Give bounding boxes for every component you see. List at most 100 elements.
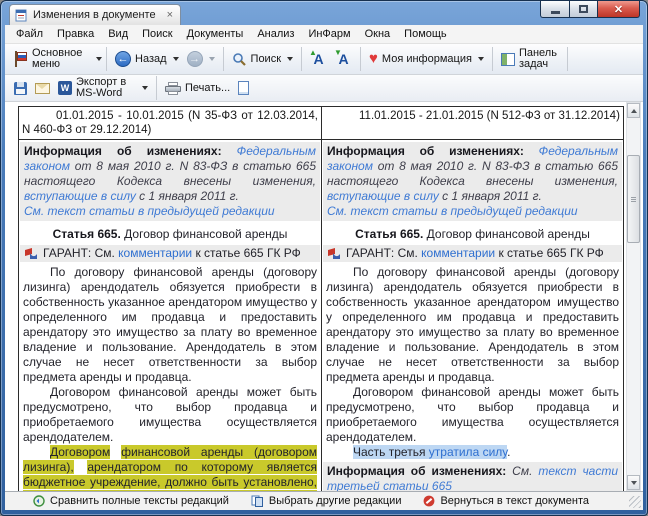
forward-icon: →	[187, 51, 203, 67]
tab-title: Изменения в документе	[33, 9, 156, 21]
garant-comment-text[interactable]: ГАРАНТ: См. комментарии к статье 665 ГК …	[43, 246, 301, 261]
vertical-scrollbar[interactable]	[626, 102, 641, 491]
article-paragraph-1: По договору финансовой аренды (договору …	[19, 265, 321, 385]
left-edition-column: 01.01.2015 - 10.01.2015 (N 35-ФЗ от 12.0…	[19, 107, 321, 491]
menu-analysis[interactable]: Анализ	[250, 26, 301, 42]
task-panel-label: Панель задач	[519, 48, 559, 70]
document-area: 01.01.2015 - 10.01.2015 (N 35-ФЗ от 12.0…	[5, 102, 643, 491]
menu-edit[interactable]: Правка	[50, 26, 101, 42]
menu-inpharm[interactable]: ИнФарм	[301, 26, 357, 42]
scroll-down-button[interactable]	[627, 475, 640, 490]
main-menu-label: Основное меню	[32, 48, 90, 70]
return-icon	[423, 495, 435, 507]
main-menu-button[interactable]: Основное меню	[9, 45, 94, 73]
toolbar-separator	[156, 76, 157, 100]
menu-documents[interactable]: Документы	[180, 26, 251, 42]
font-increase-button[interactable]: ▲A	[306, 45, 331, 73]
return-label: Вернуться в текст документа	[440, 495, 589, 507]
client-area: Файл Правка Вид Поиск Документы Анализ И…	[5, 25, 643, 510]
toolbar-separator	[223, 47, 224, 71]
back-label: Назад	[135, 53, 167, 65]
previous-edition-link[interactable]: См. текст статьи в предыдущей редакции	[327, 204, 618, 219]
article-title: Статья 665. Договор финансовой аренды	[324, 227, 621, 242]
minimize-button[interactable]	[540, 1, 569, 18]
menu-file[interactable]: Файл	[9, 26, 50, 42]
garant-comment-row[interactable]: ГАРАНТ: См. комментарии к статье 665 ГК …	[323, 245, 622, 262]
right-edition-column: 11.01.2015 - 21.01.2015 (N 512-ФЗ от 31.…	[321, 107, 623, 491]
left-change-info-block: Информация об изменениях: Федеральным за…	[20, 142, 320, 221]
font-increase-icon: ▲A	[310, 51, 327, 68]
garant-comment-row[interactable]: ГАРАНТ: См. комментарии к статье 665 ГК …	[20, 245, 320, 262]
russian-flag-icon	[13, 51, 28, 67]
search-label: Поиск	[251, 53, 281, 65]
back-dropdown-icon	[173, 57, 179, 61]
search-button[interactable]: Поиск	[228, 45, 297, 73]
return-to-document-command[interactable]: Вернуться в текст документа	[423, 495, 589, 507]
maximize-button[interactable]	[569, 1, 597, 18]
task-panel-button[interactable]: Панель задач	[497, 45, 563, 73]
save-icon	[14, 82, 27, 95]
print-button[interactable]: Печать...	[161, 74, 234, 102]
font-decrease-button[interactable]: ▼A	[331, 45, 356, 73]
garant-icon	[327, 248, 340, 259]
choose-editions-label: Выбрать другие редакции	[269, 495, 402, 507]
main-toolbar: Основное меню ← Назад → Поиск	[5, 43, 643, 75]
maximize-icon	[579, 5, 588, 13]
search-icon	[232, 52, 247, 67]
task-panel-icon	[501, 53, 515, 66]
change-info-text[interactable]: Информация об изменениях: Федеральным за…	[327, 144, 618, 204]
send-mail-button[interactable]	[31, 74, 54, 102]
article-paragraph-3-highlighted: Договором финансовой аренды (договором л…	[19, 445, 321, 491]
menu-search[interactable]: Поиск	[135, 26, 179, 42]
printer-icon	[165, 82, 181, 95]
my-information-button[interactable]: ♥ Моя информация	[365, 45, 488, 73]
previous-edition-link[interactable]: См. текст статьи в предыдущей редакции	[24, 204, 316, 219]
right-change-info-block: Информация об изменениях: Федеральным за…	[323, 142, 622, 221]
mail-icon	[35, 83, 50, 94]
document-tab-icon	[15, 9, 28, 22]
menu-windows[interactable]: Окна	[358, 26, 398, 42]
change-info-text[interactable]: Информация об изменениях: Федеральным за…	[24, 144, 316, 204]
compare-full-texts-command[interactable]: Сравнить полные тексты редакций	[33, 495, 229, 507]
document-view-button[interactable]	[234, 74, 253, 102]
save-button[interactable]	[10, 74, 31, 102]
menu-help[interactable]: Помощь	[397, 26, 454, 42]
garant-comment-text[interactable]: ГАРАНТ: См. комментарии к статье 665 ГК …	[346, 246, 604, 261]
toolbar-separator	[106, 47, 107, 71]
export-word-button[interactable]: W Экспорт в MS-Word	[54, 74, 152, 102]
my-information-dropdown-icon	[478, 57, 484, 61]
toolbar-separator	[301, 47, 302, 71]
back-button[interactable]: ← Назад	[111, 45, 183, 73]
article-paragraph-2: Договором финансовой аренды может быть п…	[322, 385, 623, 445]
article-paragraph-1: По договору финансовой аренды (договору …	[322, 265, 623, 385]
page-icon	[238, 81, 249, 95]
resize-grip-icon[interactable]	[629, 496, 641, 508]
back-icon: ←	[115, 51, 131, 67]
export-word-label: Экспорт в MS-Word	[76, 77, 136, 99]
article-part3-lost-force[interactable]: Часть третья утратила силу.	[322, 445, 623, 460]
scrollbar-thumb[interactable]	[627, 155, 640, 243]
document-toolbar: W Экспорт в MS-Word Печать...	[5, 75, 643, 102]
scroll-up-icon	[631, 109, 637, 113]
font-decrease-icon: ▼A	[335, 51, 352, 68]
search-dropdown-icon	[287, 57, 293, 61]
scroll-up-button[interactable]	[627, 103, 640, 118]
change-info-text[interactable]: Информация об изменениях: См. текст част…	[327, 464, 618, 491]
my-information-label: Моя информация	[382, 53, 472, 65]
forward-button[interactable]: →	[183, 45, 219, 73]
status-bar: Сравнить полные тексты редакций Выбрать …	[5, 491, 643, 510]
main-menu-dropdown-icon[interactable]	[96, 57, 102, 61]
choose-other-editions-command[interactable]: Выбрать другие редакции	[251, 495, 402, 507]
document-tab[interactable]: Изменения в документе ×	[9, 4, 181, 25]
print-label: Печать...	[185, 82, 230, 94]
tab-close-icon[interactable]: ×	[167, 10, 173, 20]
menu-view[interactable]: Вид	[101, 26, 135, 42]
editions-icon	[251, 495, 264, 507]
toolbar-separator	[492, 47, 493, 71]
title-bar: Изменения в документе × ✕	[1, 1, 647, 25]
window-controls: ✕	[540, 1, 640, 18]
close-button[interactable]: ✕	[597, 1, 640, 18]
ms-word-icon: W	[58, 81, 72, 95]
app-window: Изменения в документе × ✕ Файл Правка Ви…	[0, 0, 648, 516]
forward-dropdown-icon	[209, 57, 215, 61]
